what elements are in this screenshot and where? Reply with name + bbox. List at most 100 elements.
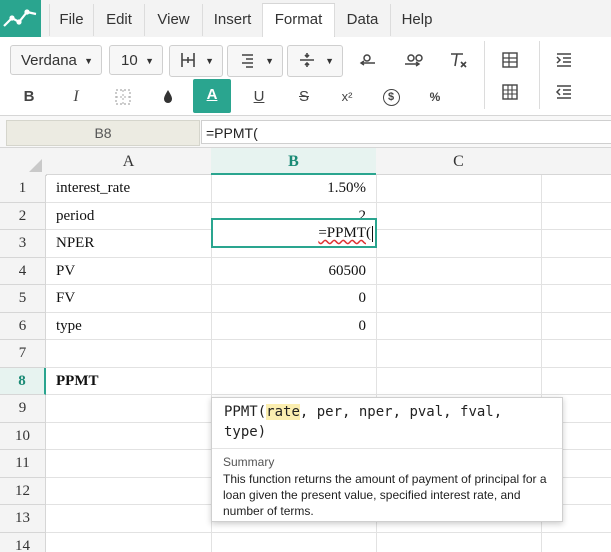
indent-icon[interactable] (552, 45, 576, 75)
cell-d3[interactable] (541, 230, 611, 258)
borders-none-icon[interactable] (112, 82, 134, 112)
menu-insert[interactable]: Insert (202, 4, 262, 36)
cell-c3[interactable] (376, 230, 542, 258)
row-header-10[interactable]: 10 (0, 422, 46, 450)
cell-a8[interactable]: PPMT (46, 367, 212, 395)
cell-c5[interactable] (376, 285, 542, 313)
row-header-13[interactable]: 13 (0, 505, 46, 533)
cell-d8[interactable] (541, 368, 611, 395)
name-box[interactable]: B8 (6, 120, 200, 146)
chevron-down-icon: ▼ (265, 56, 274, 66)
cell-a4[interactable]: PV (46, 257, 212, 285)
chevron-down-icon: ▼ (325, 56, 334, 66)
column-header-b[interactable]: B (211, 148, 377, 175)
cell-b6[interactable]: 0 (211, 312, 377, 340)
row-header-14[interactable]: 14 (0, 532, 46, 552)
superscript-button[interactable]: x² (336, 82, 358, 112)
cell-b4[interactable]: 60500 (211, 257, 377, 285)
menu-file[interactable]: File (49, 4, 93, 36)
cell-a9[interactable] (46, 395, 212, 423)
percent-button[interactable]: % (424, 82, 446, 112)
cell-a2[interactable]: period (46, 202, 212, 230)
increase-decimal-icon[interactable] (400, 45, 426, 75)
row-header-3[interactable]: 3 (0, 230, 46, 258)
cell-b1[interactable]: 1.50% (211, 175, 377, 203)
currency-button[interactable]: $ (380, 82, 402, 112)
cell-a3[interactable]: NPER (46, 230, 212, 258)
toolbar-separator (539, 41, 540, 109)
cell-b8[interactable] (211, 367, 377, 395)
grid-icon[interactable] (498, 77, 522, 107)
cell-d5[interactable] (541, 285, 611, 313)
row-header-4[interactable]: 4 (0, 257, 46, 285)
menu-bar: File Edit View Insert Format Data Help (0, 0, 611, 38)
cell-c8[interactable] (376, 367, 542, 395)
cell-c6[interactable] (376, 312, 542, 340)
row-header-6[interactable]: 6 (0, 312, 46, 340)
menu-view[interactable]: View (144, 4, 202, 36)
cell-b14[interactable] (211, 532, 377, 552)
cell-d4[interactable] (541, 258, 611, 285)
cell-a12[interactable] (46, 477, 212, 505)
menu-edit[interactable]: Edit (93, 4, 144, 36)
row-header-5[interactable]: 5 (0, 285, 46, 313)
cell-c4[interactable] (376, 257, 542, 285)
cell-b7[interactable] (211, 340, 377, 368)
row-header-8[interactable]: 8 (0, 367, 46, 395)
cell-c14[interactable] (376, 532, 542, 552)
text-cursor (372, 225, 373, 242)
strikethrough-button[interactable]: S (293, 82, 315, 112)
cell-a6[interactable]: type (46, 312, 212, 340)
font-color-button[interactable]: A (193, 79, 231, 113)
row-header-12[interactable]: 12 (0, 477, 46, 505)
row-header-2[interactable]: 2 (0, 202, 46, 230)
bold-button[interactable]: B (18, 82, 40, 112)
row-header-9[interactable]: 9 (0, 395, 46, 423)
cell-b5[interactable]: 0 (211, 285, 377, 313)
cell-c2[interactable] (376, 202, 542, 230)
cell-a1[interactable]: interest_rate (46, 175, 212, 203)
cell-a13[interactable] (46, 505, 212, 533)
cell-c1[interactable] (376, 175, 542, 203)
select-all-corner[interactable] (0, 148, 47, 176)
menu-format[interactable]: Format (262, 3, 335, 37)
active-cell-editor[interactable]: =PPMT( (211, 218, 377, 248)
fill-color-icon[interactable] (157, 82, 179, 112)
outdent-icon[interactable] (552, 77, 576, 107)
chevron-down-icon: ▼ (84, 56, 93, 66)
app-logo[interactable] (0, 0, 41, 37)
cell-a11[interactable] (46, 450, 212, 478)
cell-a7[interactable] (46, 340, 212, 368)
column-header-c[interactable]: C (376, 148, 542, 175)
cell-a5[interactable]: FV (46, 285, 212, 313)
row-header-11[interactable]: 11 (0, 450, 46, 478)
row-header-1[interactable]: 1 (0, 175, 46, 203)
formula-input[interactable]: =PPMT( (201, 120, 611, 144)
cell-a10[interactable] (46, 422, 212, 450)
horizontal-align-dropdown[interactable]: ▼ (227, 45, 283, 77)
menu-data[interactable]: Data (334, 4, 390, 36)
signature-active-argument: rate (266, 404, 300, 420)
table-icon[interactable] (498, 45, 522, 75)
chevron-down-icon: ▼ (205, 56, 214, 66)
row-header-7[interactable]: 7 (0, 340, 46, 368)
cell-d2[interactable] (541, 203, 611, 230)
column-header-a[interactable]: A (46, 148, 212, 175)
font-family-select[interactable]: Verdana ▼ (10, 45, 102, 75)
cell-a14[interactable] (46, 532, 212, 552)
italic-button[interactable]: I (65, 82, 87, 112)
clear-format-icon[interactable] (446, 45, 470, 75)
cell-c7[interactable] (376, 340, 542, 368)
vertical-align-dropdown[interactable]: ▼ (287, 45, 343, 77)
font-size-value: 10 (121, 52, 138, 69)
cell-d14[interactable] (541, 533, 611, 552)
cell-d6[interactable] (541, 313, 611, 340)
borders-dropdown[interactable]: ▼ (169, 45, 223, 77)
menu-help[interactable]: Help (390, 4, 443, 36)
cell-d7[interactable] (541, 340, 611, 368)
font-size-select[interactable]: 10 ▼ (109, 45, 163, 75)
underline-button[interactable]: U (248, 82, 270, 112)
decrease-decimal-icon[interactable] (356, 45, 380, 75)
column-header-d[interactable] (541, 148, 611, 175)
cell-d1[interactable] (541, 175, 611, 203)
